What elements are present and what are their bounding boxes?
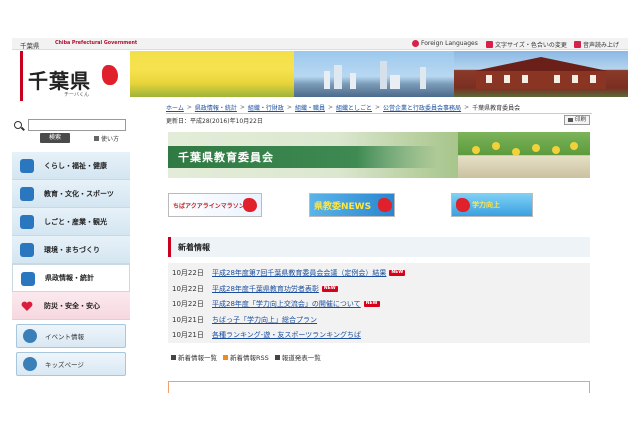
breadcrumb-org-work[interactable]: 組織としごと	[336, 103, 372, 112]
breadcrumb-bureau[interactable]: 公営企業と行政委員会事務局	[383, 103, 461, 112]
breadcrumb-org-finance[interactable]: 組織・行財政	[248, 103, 284, 112]
education-icon	[20, 187, 34, 201]
news-date: 10月22日	[172, 299, 204, 308]
breadcrumb-home[interactable]: ホーム	[166, 103, 184, 112]
logo-subtitle: チーバくん	[64, 92, 89, 98]
news-list: 10月22日 平成28年度第7回千葉県教育委員会会議（定例会）結果 NEW 10…	[168, 263, 590, 343]
list-icon	[274, 354, 280, 360]
logo-accent-bar	[20, 51, 23, 101]
search-howto-link[interactable]: 使い方	[94, 134, 119, 143]
site-logo[interactable]: 千葉県 チーバくん	[12, 51, 130, 109]
sidebar-item-education[interactable]: 教育・文化・スポーツ	[12, 180, 130, 208]
sidebar-item-events[interactable]: イベント情報	[16, 324, 126, 348]
news-date: 10月22日	[172, 284, 204, 293]
speaker-icon	[574, 41, 581, 48]
news-list-link[interactable]: 新着情報一覧	[171, 352, 217, 362]
press-release-link[interactable]: 報道発表一覧	[274, 352, 321, 362]
news-item: 10月21日 各種ランキング-遊・友スポーツランキングちば	[172, 329, 361, 340]
updated-date: 更新日：平成28(2016)年10月22日	[166, 118, 263, 125]
top-pref-name-en: Chiba Prefectural Government	[55, 41, 138, 46]
sidebar-item-life[interactable]: くらし・福祉・健康	[12, 152, 130, 180]
top-pref-name: 千葉県	[20, 42, 40, 50]
cityscape-illustration	[324, 61, 426, 89]
news-footer-links: 新着情報一覧 新着情報RSS 報道発表一覧	[171, 352, 321, 362]
breadcrumb-divider	[166, 113, 592, 114]
brick-building-illustration	[474, 57, 608, 89]
briefcase-icon	[20, 215, 34, 229]
globe-icon	[412, 40, 419, 47]
news-date: 10月21日	[172, 330, 204, 339]
top-bar: 千葉県 Chiba Prefectural Government Foreign…	[12, 38, 628, 50]
sidebar-nav: くらし・福祉・健康 教育・文化・スポーツ しごと・産業・観光 環境・まちづくり …	[12, 152, 130, 380]
banner-link-gakuryoku-kojo[interactable]: 学力向上	[451, 193, 533, 217]
page-title: 千葉県教育委員会	[178, 151, 274, 164]
breadcrumb: ホーム > 県政情報・統計 > 組織・行財政 > 組織・職員 > 組織としごと > 公営企…	[166, 103, 521, 112]
header-image-rapeseed	[130, 51, 294, 97]
new-badge: NEW	[363, 300, 380, 307]
news-link[interactable]: 平成28年度第7回千葉県教育委員会会議（定例会）結果	[212, 268, 386, 278]
news-date: 10月22日	[172, 268, 204, 277]
news-link[interactable]: 平成28年度千葉県教育功労者表彰	[212, 284, 319, 294]
environment-icon	[20, 243, 34, 257]
chiba-kun-mascot-icon	[243, 198, 257, 212]
new-badge: NEW	[321, 285, 338, 292]
sidebar-item-prefgov[interactable]: 県政情報・統計	[12, 264, 130, 292]
font-size-icon	[486, 41, 493, 48]
news-rss-link[interactable]: 新着情報RSS	[223, 352, 269, 362]
site-search: 検索 使い方	[12, 119, 130, 147]
logo-title: 千葉県	[28, 69, 91, 93]
search-icon	[14, 121, 22, 129]
breadcrumb-current: 千葉県教育委員会	[472, 104, 521, 112]
news-item: 10月21日 ちばっ子「学力向上」総合プラン	[172, 314, 317, 325]
header-image-building	[454, 51, 628, 97]
news-date: 10月21日	[172, 315, 204, 324]
news-heading: 新着情報	[168, 237, 590, 257]
header-image-cityscape	[294, 51, 454, 97]
building-icon	[21, 272, 35, 286]
chiba-kun-mascot-icon	[456, 198, 470, 212]
new-badge: NEW	[389, 269, 406, 276]
heart-icon	[20, 299, 34, 313]
home-icon	[20, 159, 34, 173]
banner-link-kenkyoi-news[interactable]: 県教委NEWS	[309, 193, 395, 217]
rss-icon	[223, 354, 228, 360]
kids-icon	[23, 357, 37, 371]
search-button[interactable]: 検索	[40, 133, 70, 143]
square-bullet-icon	[94, 136, 99, 141]
sidebar-item-safety[interactable]: 防災・安全・安心	[12, 292, 130, 320]
news-item: 10月22日 平成28年度「学力向上交流会」の開催について NEW	[172, 298, 380, 309]
breadcrumb-org-staff[interactable]: 組織・職員	[295, 103, 325, 112]
sidebar-item-kids[interactable]: キッズページ	[16, 352, 126, 376]
page-banner: 千葉県教育委員会	[168, 132, 590, 178]
news-link[interactable]: 各種ランキング-遊・友スポーツランキングちば	[212, 330, 361, 340]
foreign-languages-link[interactable]: Foreign Languages	[412, 40, 478, 47]
news-item: 10月22日 平成28年度千葉県教育功労者表彰 NEW	[172, 283, 338, 294]
printer-icon	[567, 118, 573, 122]
news-item: 10月22日 平成28年度第7回千葉県教育委員会会議（定例会）結果 NEW	[172, 267, 406, 278]
next-section-box	[168, 381, 590, 393]
sidebar-item-environment[interactable]: 環境・まちづくり	[12, 236, 130, 264]
news-link[interactable]: 平成28年度「学力向上交流会」の開催について	[212, 299, 361, 309]
list-icon	[171, 354, 176, 360]
news-link[interactable]: ちばっ子「学力向上」総合プラン	[212, 315, 317, 325]
banner-students-photo	[458, 132, 590, 178]
chiba-kun-mascot-icon	[378, 198, 392, 212]
breadcrumb-prefgov[interactable]: 県政情報・統計	[195, 103, 237, 112]
search-input[interactable]	[28, 119, 126, 131]
banner-link-aqualine-marathon[interactable]: ちばアクアラインマラソン	[168, 193, 262, 217]
speech-link[interactable]: 音声読み上げ	[574, 40, 619, 49]
font-size-color-link[interactable]: 文字サイズ・色合いの変更	[486, 40, 567, 49]
sidebar-item-work[interactable]: しごと・産業・観光	[12, 208, 130, 236]
print-button[interactable]: 印刷	[564, 115, 590, 125]
event-icon	[23, 329, 37, 343]
chiba-kun-mascot-icon	[102, 65, 118, 85]
